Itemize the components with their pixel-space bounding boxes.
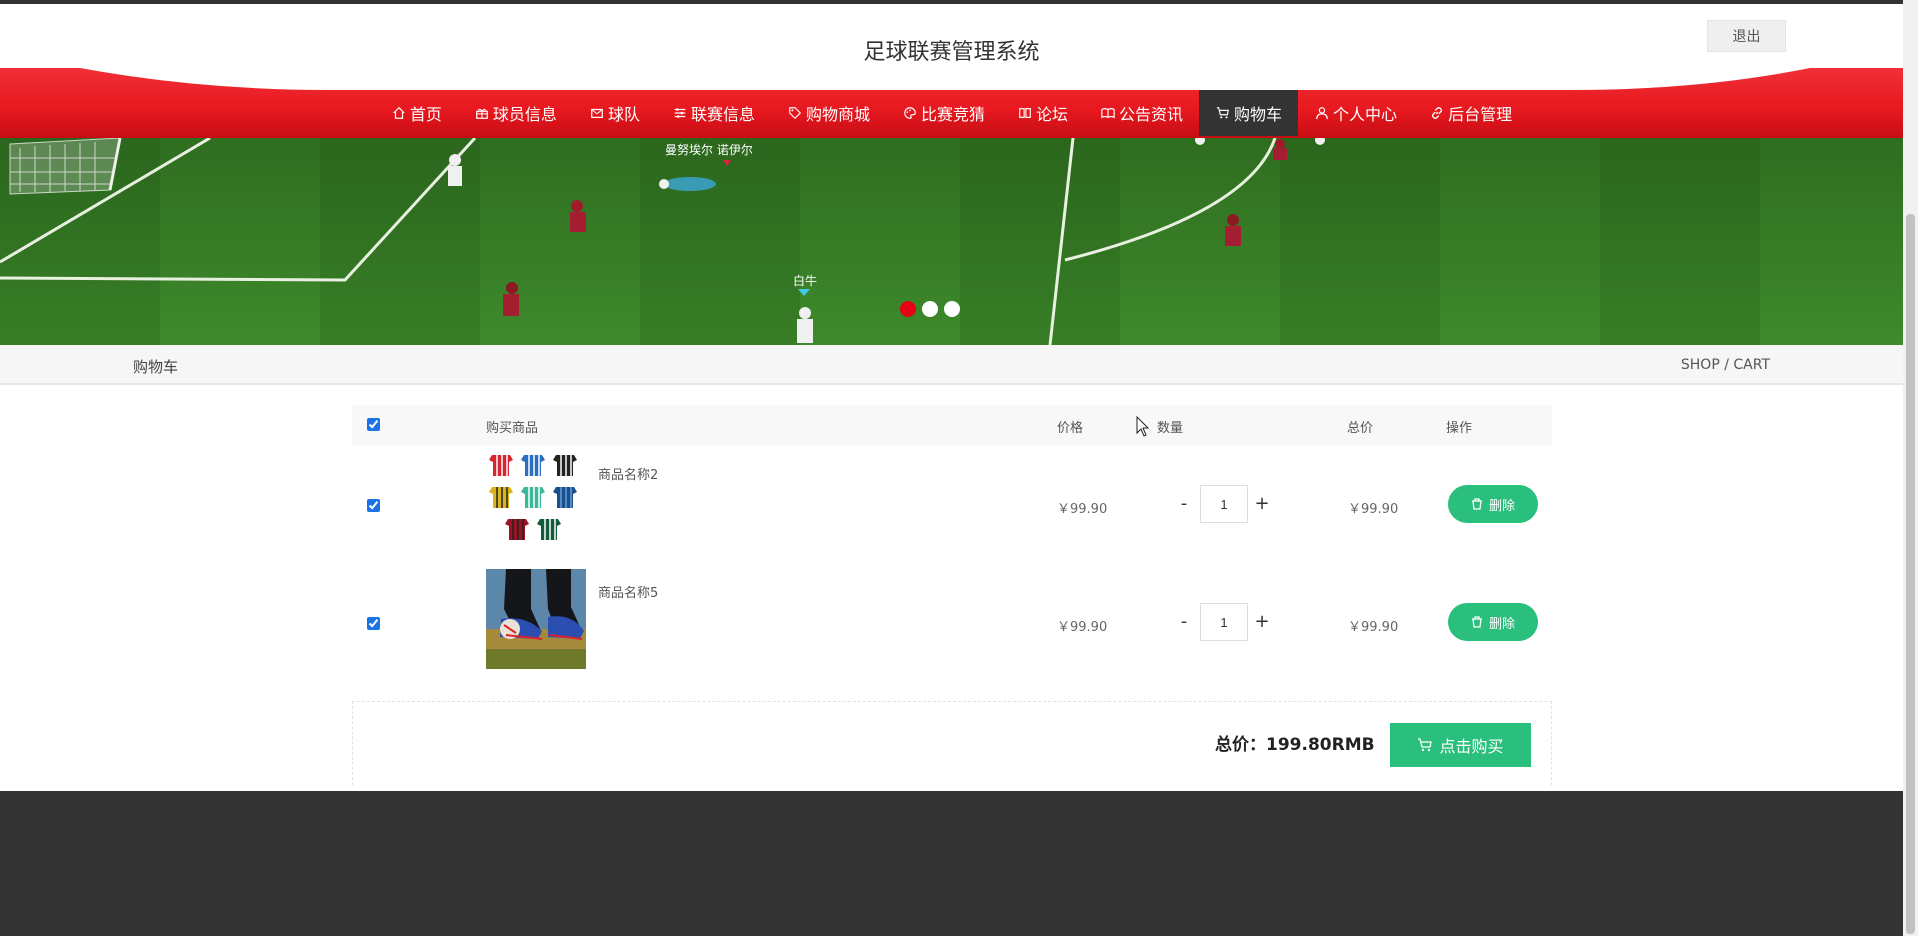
nav-item-label: 联赛信息	[690, 105, 755, 124]
banner-player-label: 曼努埃尔 诺伊尔	[665, 142, 753, 157]
carousel-dots	[900, 301, 960, 317]
sliders-icon	[672, 105, 688, 121]
link-icon	[1429, 105, 1445, 121]
product-image[interactable]	[486, 451, 586, 551]
nav-bar: 首页 球员信息 球队 联赛信息 购物商城 比赛竞猜 论坛 公告资讯 购物车 个人…	[0, 68, 1903, 138]
nav-item-profile[interactable]: 个人中心	[1298, 90, 1413, 136]
footer	[0, 791, 1903, 936]
row-total: ￥99.90	[1348, 620, 1399, 635]
delete-button[interactable]: 删除	[1448, 485, 1538, 523]
book-icon	[1017, 105, 1033, 121]
nav-item-label: 后台管理	[1448, 105, 1513, 124]
product-price: ￥99.90	[1057, 620, 1108, 635]
row-checkbox[interactable]	[367, 617, 380, 630]
trash-icon	[1471, 498, 1482, 510]
nav-menu: 首页 球员信息 球队 联赛信息 购物商城 比赛竞猜 论坛 公告资讯 购物车 个人…	[0, 90, 1903, 136]
nav-item-label: 比赛竞猜	[920, 105, 985, 124]
breadcrumb: SHOP / CART	[1680, 357, 1770, 373]
carousel-dot-2[interactable]	[922, 301, 938, 317]
nav-item-cart[interactable]: 购物车	[1199, 90, 1299, 136]
nav-item-league[interactable]: 联赛信息	[656, 90, 771, 136]
breadcrumb-bar: 购物车 SHOP / CART	[0, 345, 1903, 385]
row-checkbox[interactable]	[367, 499, 380, 512]
nav-item-shop[interactable]: 购物商城	[771, 90, 886, 136]
nav-item-label: 购物商城	[805, 105, 870, 124]
cart-summary: 总价：199.80RMB 点击购买	[352, 701, 1552, 785]
quantity-decrease-button[interactable]: -	[1174, 490, 1194, 518]
nav-item-players[interactable]: 球员信息	[458, 90, 573, 136]
delete-label: 删除	[1488, 498, 1515, 514]
mail-icon	[589, 105, 605, 121]
column-header-action: 操作	[1446, 421, 1473, 436]
carousel-dot-3[interactable]	[944, 301, 960, 317]
nav-item-teams[interactable]: 球队	[573, 90, 656, 136]
page-scrollbar[interactable]	[1903, 0, 1918, 936]
quantity-decrease-button[interactable]: -	[1174, 608, 1194, 636]
page-title: 购物车	[133, 358, 179, 376]
nav-item-label: 公告资讯	[1119, 105, 1184, 124]
delete-button[interactable]: 删除	[1448, 603, 1538, 641]
product-name[interactable]: 商品名称5	[598, 582, 658, 601]
carousel-dot-1[interactable]	[900, 301, 916, 317]
cart-icon	[1215, 105, 1231, 121]
quantity-input[interactable]	[1200, 603, 1248, 641]
column-header-quantity: 数量	[1157, 421, 1184, 436]
table-row: 商品名称2 ￥99.90 - + ￥99.90 删除	[352, 446, 1552, 564]
quantity-input[interactable]	[1200, 485, 1248, 523]
home-icon	[391, 105, 407, 121]
product-name[interactable]: 商品名称2	[598, 464, 658, 483]
banner-carousel[interactable]: 曼努埃尔 诺伊尔 白牛	[0, 138, 1903, 345]
nav-item-label: 个人中心	[1333, 105, 1398, 124]
row-total: ￥99.90	[1348, 502, 1399, 517]
page: 足球联赛管理系统 退出 首页 球员信息 球队 联赛信息 购物商城 比赛竞猜 论坛…	[0, 0, 1903, 936]
column-header-price: 价格	[1057, 421, 1084, 436]
scrollbar-thumb[interactable]	[1906, 214, 1915, 934]
tag-icon	[787, 105, 803, 121]
column-header-total: 总价	[1347, 421, 1374, 436]
site-title: 足球联赛管理系统	[863, 40, 1040, 65]
nav-item-guess[interactable]: 比赛竞猜	[886, 90, 1001, 136]
table-header: 购买商品 价格 数量 总价 操作	[352, 405, 1552, 445]
logout-button[interactable]: 退出	[1707, 20, 1786, 52]
table-row: 商品名称5 ￥99.90 - + ￥99.90 删除	[352, 564, 1552, 682]
quantity-increase-button[interactable]: +	[1252, 490, 1272, 518]
product-price: ￥99.90	[1057, 502, 1108, 517]
news-icon	[1100, 105, 1116, 121]
nav-item-label: 球队	[607, 105, 640, 124]
mouse-cursor-icon	[1136, 416, 1150, 437]
nav-item-news[interactable]: 公告资讯	[1084, 90, 1199, 136]
select-all-checkbox[interactable]	[367, 418, 380, 431]
banner-player-label: 白牛	[793, 273, 817, 288]
buy-label: 点击购买	[1439, 737, 1504, 756]
gift-icon	[474, 105, 490, 121]
nav-item-label: 论坛	[1036, 105, 1069, 124]
buy-button[interactable]: 点击购买	[1390, 723, 1531, 767]
nav-item-label: 购物车	[1234, 105, 1283, 124]
column-header-product: 购买商品	[486, 421, 539, 436]
trash-icon	[1471, 616, 1482, 628]
delete-label: 删除	[1488, 616, 1515, 632]
nav-item-label: 球员信息	[492, 105, 557, 124]
nav-item-admin[interactable]: 后台管理	[1413, 90, 1528, 136]
quantity-increase-button[interactable]: +	[1252, 608, 1272, 636]
cart-icon	[1418, 738, 1433, 752]
cart-total: 总价：199.80RMB	[1215, 735, 1375, 755]
nav-item-forum[interactable]: 论坛	[1001, 90, 1084, 136]
nav-item-home[interactable]: 首页	[375, 90, 458, 136]
user-icon	[1314, 105, 1330, 121]
nav-item-label: 首页	[409, 105, 442, 124]
product-image[interactable]	[486, 569, 586, 669]
palette-icon	[902, 105, 918, 121]
